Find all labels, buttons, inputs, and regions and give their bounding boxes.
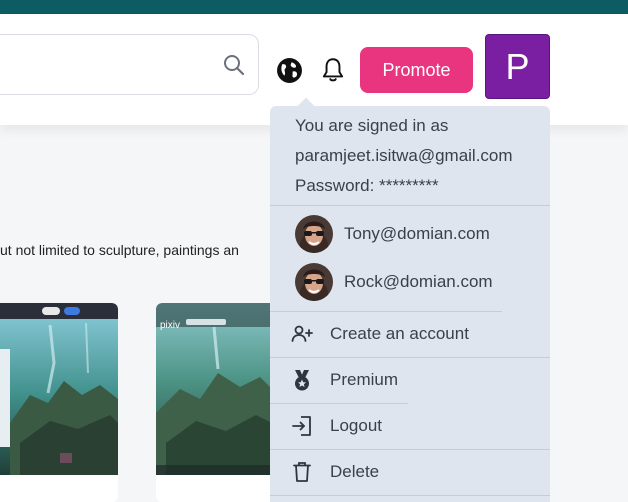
create-account-label: Create an account xyxy=(330,324,469,343)
medal-icon xyxy=(290,368,314,392)
divider xyxy=(270,403,408,404)
account-avatar xyxy=(295,263,333,301)
trash-icon xyxy=(290,460,314,484)
artwork-thumbnail[interactable] xyxy=(0,303,118,475)
account-item-tony[interactable]: Tony@domian.com xyxy=(295,214,490,254)
divider xyxy=(270,449,550,450)
top-accent-bar xyxy=(0,0,628,14)
divider xyxy=(270,357,550,358)
logout-label: Logout xyxy=(330,416,382,435)
account-item-rock[interactable]: Rock@domian.com xyxy=(295,262,493,302)
account-email: Tony@domian.com xyxy=(344,224,490,243)
logout-icon xyxy=(290,414,314,438)
search-input[interactable] xyxy=(0,34,259,95)
artwork-card[interactable]: pixiv xyxy=(156,303,276,502)
add-user-icon xyxy=(290,322,314,346)
artwork-card[interactable] xyxy=(0,303,118,502)
account-avatar xyxy=(295,215,333,253)
account-dropdown-menu: You are signed in as paramjeet.isitwa@gm… xyxy=(270,106,550,502)
promote-button[interactable]: Promote xyxy=(360,47,473,93)
delete-item[interactable]: Delete xyxy=(290,457,379,487)
signed-in-email: paramjeet.isitwa@gmail.com xyxy=(295,146,513,165)
pixiv-brand-label: pixiv xyxy=(160,320,181,331)
search-icon[interactable] xyxy=(222,53,246,77)
create-account-item[interactable]: Create an account xyxy=(290,319,469,349)
premium-label: Premium xyxy=(330,370,399,389)
globe-icon[interactable] xyxy=(276,57,303,84)
divider xyxy=(270,205,550,206)
divider xyxy=(270,311,502,312)
description-text: ut not limited to sculpture, paintings a… xyxy=(0,242,239,258)
delete-label: Delete xyxy=(330,462,380,481)
premium-item[interactable]: Premium xyxy=(290,365,398,395)
signed-in-label: You are signed in as xyxy=(295,116,449,135)
avatar[interactable]: P xyxy=(485,34,550,99)
password-line: Password: ********* xyxy=(295,176,439,195)
bell-icon[interactable] xyxy=(320,56,346,84)
logout-item[interactable]: Logout xyxy=(290,411,382,441)
divider xyxy=(270,495,550,496)
account-email: Rock@domian.com xyxy=(344,272,493,291)
